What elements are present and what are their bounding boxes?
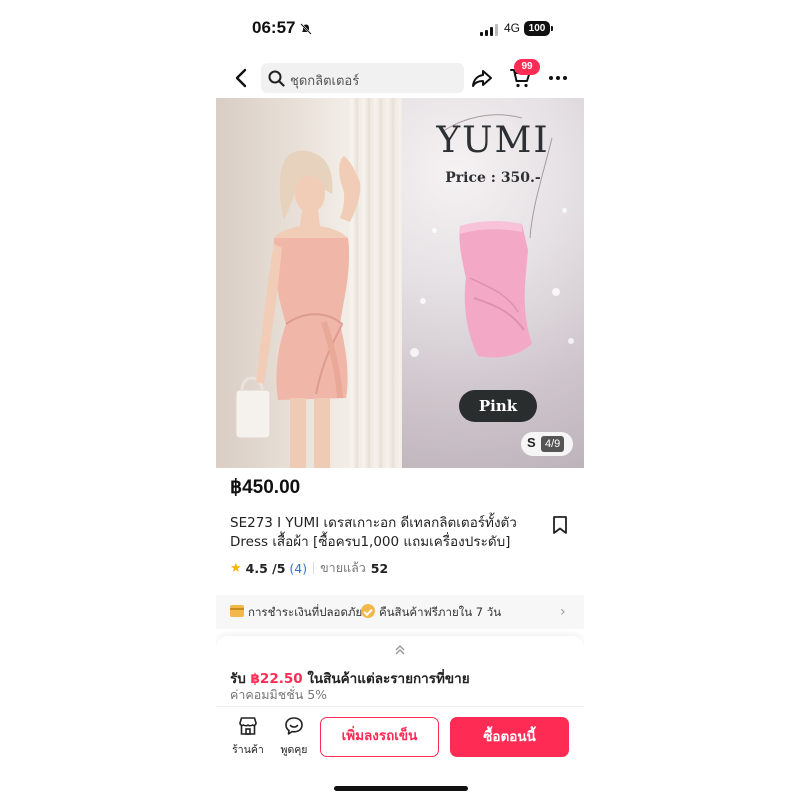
free-returns-text: คืนสินค้าฟรีภายใน 7 วัน [379,605,502,619]
sold-label: ขายแล้ว [320,560,366,575]
more-icon[interactable] [546,66,570,90]
store-icon [239,717,257,735]
secure-payment-text: การชำระเงินที่ปลอดภัย [248,605,363,619]
star-icon: ★ [230,560,242,576]
image-counter: S 4/9 [521,432,573,456]
chevron-up-icon[interactable] [392,642,408,658]
review-count-link[interactable]: (4) [289,561,307,576]
model-photo [216,98,402,468]
search-icon [268,70,285,87]
product-page: 06:57 4G 100 ชุดกลิตเตอร์ 99 YUMI Price … [216,0,584,800]
home-indicator[interactable] [334,786,468,791]
image-counter-text: 4/9 [541,436,565,452]
cart-count-badge: 99 [514,59,540,75]
back-arrow-icon[interactable] [230,66,254,90]
shop-button[interactable]: ร้านค้า [226,715,270,761]
network-type: 4G [504,21,521,35]
chat-button[interactable]: พูดคุย [272,715,316,761]
chat-icon [285,717,303,735]
search-input[interactable]: ชุดกลิตเตอร์ [261,63,464,93]
wallet-icon [230,605,244,617]
add-to-cart-button[interactable]: เพิ่มลงรถเข็น [320,717,439,757]
bell-off-icon [300,23,312,35]
battery-icon: 100 [524,21,553,36]
chat-label: พูดคุย [280,744,308,756]
bottom-action-bar: ร้านค้า พูดคุย เพิ่มลงรถเข็น ซื้อตอนนี้ [216,706,584,768]
status-time: 06:57 [252,18,296,37]
buy-now-button[interactable]: ซื้อตอนนี้ [450,717,569,757]
commission-suffix: ในสินค้าแต่ละรายการที่ขาย [307,671,470,687]
image-size-label: S [527,435,536,450]
sold-count: 52 [370,560,389,576]
rating-value: 4.5 /5 [245,560,286,576]
commission-rate: ค่าคอมมิชชั่น 5% [230,687,328,702]
share-icon[interactable] [470,66,494,90]
rating-row: ★ 4.5 /5 (4) ขายแล้ว 52 [230,559,388,577]
badge-check-icon [361,604,375,618]
product-title: SE273 I YUMI เดรสเกาะอก ดีเทลกลิตเตอร์ทั… [230,515,517,550]
service-guarantee-bar[interactable]: การชำระเงินที่ปลอดภัย คืนสินค้าฟรีภายใน … [216,595,584,629]
divider [313,562,315,574]
shop-label: ร้านค้า [232,744,264,756]
status-bar: 06:57 4G 100 [216,14,584,44]
image-color-label: Pink [459,390,537,422]
signal-icon [480,24,498,36]
commission-sheet: รับ ฿22.50 ในสินค้าแต่ละรายการที่ขาย ค่า… [216,636,584,706]
product-price: ฿450.00 [230,477,301,498]
image-price-tag: Price : 350.- [445,170,541,186]
bookmark-icon[interactable] [551,515,569,535]
search-query: ชุดกลิตเตอร์ [290,74,360,89]
product-image-gallery[interactable]: YUMI Price : 350.- Pink S 4/9 [216,98,584,468]
image-brand-title: YUMI [436,120,550,161]
chevron-right-icon: › [560,604,566,620]
top-nav: ชุดกลิตเตอร์ 99 [216,59,584,96]
